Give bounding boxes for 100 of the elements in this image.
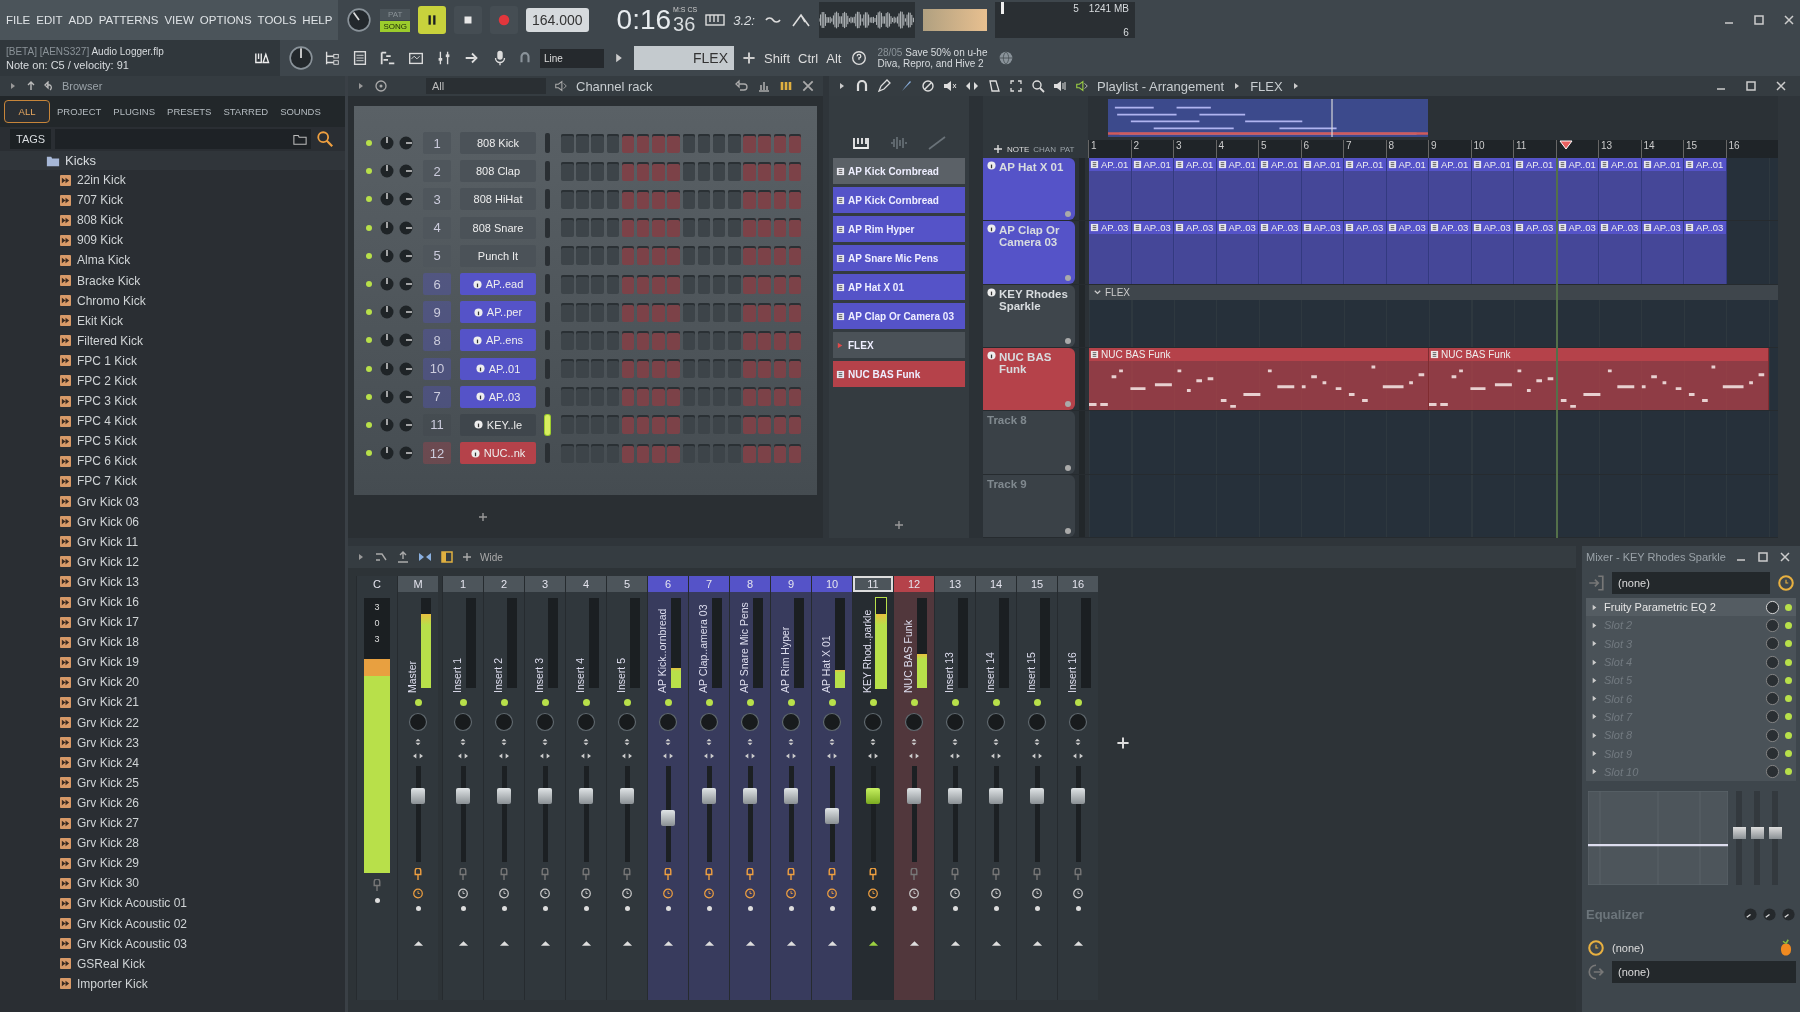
browser-item[interactable]: Grv Kick 21 [77, 695, 139, 710]
pattern-clip[interactable]: AP..01 [1259, 158, 1302, 221]
track-number[interactable]: 8 [730, 576, 770, 592]
channel-button[interactable]: 808 HiHat [460, 188, 536, 211]
browser-item[interactable]: Grv Kick 27 [77, 816, 139, 831]
track-lane[interactable]: FLEX [1089, 284, 1778, 347]
pattern-clip[interactable]: AP..01 [1386, 158, 1429, 221]
pattern-picker-item[interactable]: AP Rim Hyper [833, 216, 965, 242]
menu-item[interactable]: VIEW [164, 14, 194, 26]
menu-item[interactable]: ADD [68, 14, 93, 26]
browser-item[interactable]: Filtered Kick [77, 333, 144, 348]
track-header[interactable]: NUC BAS Funk [983, 348, 1075, 411]
browser-item[interactable]: Grv Kick 11 [77, 534, 139, 549]
browser-item[interactable]: Grv Kick Acoustic 01 [77, 896, 188, 911]
browser-item[interactable]: Chromo Kick [77, 293, 146, 308]
modifier-key[interactable]: Ctrl [798, 50, 819, 66]
track-number[interactable]: M [398, 576, 438, 592]
browser-tab[interactable]: ALL [4, 100, 50, 123]
output-dropdown[interactable]: (none) [1612, 960, 1796, 983]
pattern-clip[interactable]: AP..03 [1344, 221, 1387, 284]
browser-item[interactable]: Grv Kick 24 [77, 755, 139, 770]
browser-item[interactable]: Grv Kick 30 [77, 876, 139, 891]
browser-item[interactable]: Grv Kick 29 [77, 856, 139, 871]
pattern-clip[interactable]: AP..01 [1684, 158, 1727, 221]
channel-button[interactable]: NUC..nk [460, 442, 536, 465]
layout-dropdown[interactable]: Wide [480, 551, 533, 563]
track-number[interactable]: 13 [935, 576, 975, 592]
channel-number[interactable]: 11 [423, 413, 451, 436]
pattern-clip[interactable]: AP..03 [1386, 221, 1429, 284]
browser-item[interactable]: 22in Kick [77, 173, 126, 188]
channel-number[interactable]: 10 [423, 357, 451, 380]
input-dropdown[interactable]: (none) [1612, 572, 1770, 594]
pattern-clip[interactable]: AP..01 [1089, 158, 1132, 221]
track-number[interactable]: 10 [812, 576, 852, 592]
pattern-clip[interactable]: AP..01 [1429, 158, 1472, 221]
track-number[interactable]: 1 [443, 576, 483, 592]
browser-item[interactable]: FPC 1 Kick [77, 353, 137, 368]
browser-item[interactable]: Grv Kick Acoustic 02 [77, 916, 188, 931]
channel-button[interactable]: 808 Kick [460, 132, 536, 155]
browser-item[interactable]: Grv Kick 12 [77, 554, 139, 569]
browser-item[interactable]: Grv Kick 20 [77, 675, 139, 690]
track-number[interactable]: 3 [525, 576, 565, 592]
channel-button[interactable]: AP..01 [460, 357, 536, 380]
pattern-clip[interactable]: AP..03 [1514, 221, 1557, 284]
pattern-clip[interactable]: AP..01 [1131, 158, 1174, 221]
pattern-picker-item[interactable]: AP Hat X 01 [833, 274, 965, 300]
timeline-ruler[interactable]: 1 2 3 4 5 6 7 8 9 10 11 13 14 15 16 [1088, 140, 1778, 158]
picker-tab[interactable]: CHAN [1033, 145, 1056, 154]
channel-number[interactable]: 5 [423, 244, 451, 267]
track-number[interactable]: 5 [607, 576, 647, 592]
pattern-clip[interactable]: AP..01 [1174, 158, 1217, 221]
pattern-clip[interactable]: AP..03 [1471, 221, 1514, 284]
pattern-selector[interactable]: FLEX [634, 46, 734, 70]
pattern-clip[interactable]: NUC BAS Funk [1089, 348, 1429, 411]
pattern-clip[interactable]: AP..01 [1471, 158, 1514, 221]
track-header[interactable]: KEY Rhodes Sparkle [983, 284, 1075, 347]
track-header[interactable]: AP Clap Or Camera 03 [983, 221, 1075, 284]
channel-number[interactable]: 1 [423, 132, 451, 155]
track-number[interactable]: 4 [566, 576, 606, 592]
browser-item[interactable]: FPC 5 Kick [77, 434, 137, 449]
browser-tab[interactable]: SOUNDS [275, 100, 326, 123]
browser-tab[interactable]: STARRED [218, 100, 274, 123]
pattern-clip[interactable]: AP..01 [1301, 158, 1344, 221]
browser-item[interactable]: Grv Kick 13 [77, 574, 139, 589]
browser-tab[interactable]: PRESETS [162, 100, 217, 123]
menu-item[interactable]: OPTIONS [199, 14, 252, 26]
browser-item[interactable]: Grv Kick 06 [77, 514, 139, 529]
pattern-clip[interactable]: AP..01 [1514, 158, 1557, 221]
pattern-picker-item[interactable]: AP Kick Cornbread [833, 187, 965, 213]
group-filter-dropdown[interactable]: All [426, 78, 546, 94]
pattern-clip[interactable]: AP..01 [1641, 158, 1684, 221]
browser-item[interactable]: Bracke Kick [77, 273, 141, 288]
channel-number[interactable]: 6 [423, 273, 451, 296]
channel-number[interactable]: 2 [423, 160, 451, 183]
pattern-clip[interactable]: AP..01 [1216, 158, 1259, 221]
pattern-clip[interactable]: AP..03 [1599, 221, 1642, 284]
browser-item[interactable]: Grv Kick 18 [77, 635, 139, 650]
pattern-clip[interactable]: AP..03 [1089, 221, 1132, 284]
news-line[interactable]: Diva, Repro, and Hive 2 [877, 58, 988, 69]
channel-button[interactable]: AP..ens [460, 329, 536, 352]
pattern-clip[interactable]: AP..01 [1599, 158, 1642, 221]
browser-tab[interactable]: PLUGINS [108, 100, 161, 123]
browser-item[interactable]: Grv Kick 16 [77, 595, 139, 609]
pattern-clip[interactable]: AP..03 [1174, 221, 1217, 284]
browser-item[interactable]: Grv Kick 19 [77, 655, 139, 670]
browser-item[interactable]: FPC 6 Kick [77, 454, 137, 469]
pattern-name[interactable]: FLEX [1250, 78, 1283, 94]
channel-number[interactable]: 12 [423, 442, 451, 465]
track-number[interactable]: 14 [976, 576, 1016, 592]
mode-button[interactable]: SONG [380, 20, 410, 32]
menu-item[interactable]: TOOLS [257, 14, 297, 26]
channel-button[interactable]: AP..per [460, 301, 536, 324]
picker-tab[interactable]: NOTE [1007, 145, 1030, 154]
modifier-key[interactable]: Shift [764, 50, 790, 66]
browser-tab[interactable]: PROJECT [52, 100, 107, 123]
track-number[interactable]: C [357, 576, 397, 592]
browser-item[interactable]: Grv Kick 23 [77, 735, 139, 750]
pattern-clip[interactable]: AP..03 [1641, 221, 1684, 284]
tempo-display[interactable]: 164.000 [525, 8, 589, 32]
browser-item[interactable]: Grv Kick Acoustic 03 [77, 936, 188, 951]
